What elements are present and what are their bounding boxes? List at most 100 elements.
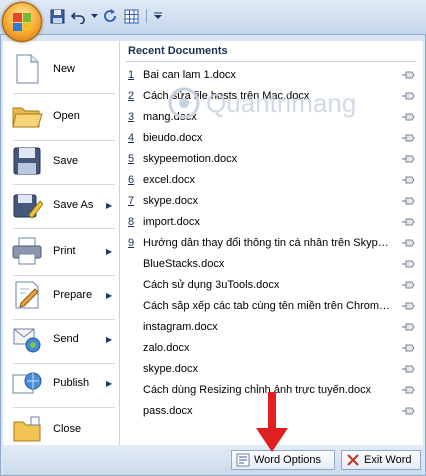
- table-icon[interactable]: [122, 7, 140, 25]
- pin-icon[interactable]: [401, 279, 415, 291]
- undo-dropdown-icon[interactable]: [90, 7, 98, 25]
- pin-icon[interactable]: [401, 384, 415, 396]
- recent-document-number: 1: [128, 69, 135, 81]
- recent-document-item[interactable]: 7 skype.docx: [120, 191, 423, 212]
- recent-document-item[interactable]: Cách dùng Resizing chỉnh ảnh trực tuyến.…: [120, 380, 423, 401]
- menu-item-publish-label: Publish: [53, 377, 90, 389]
- recent-document-number: 9: [128, 237, 135, 249]
- recent-document-item[interactable]: BlueStacks.docx: [120, 254, 423, 275]
- prepare-pencil-icon: [15, 281, 39, 309]
- menu-item-save-as[interactable]: Save As ▶: [3, 183, 119, 227]
- pin-icon[interactable]: [401, 90, 415, 102]
- recent-document-item[interactable]: 1 Bai can lam 1.docx: [120, 65, 423, 86]
- recent-document-name: skype.docx: [143, 363, 199, 375]
- recent-document-item[interactable]: 9 Hướng dẫn thay đổi thông tin cá nhân tr…: [120, 233, 423, 254]
- recent-document-name: Cách sắp xếp các tab cùng tên miền trên …: [143, 300, 391, 312]
- office-button[interactable]: [2, 2, 42, 42]
- recent-document-number: 3: [128, 111, 135, 123]
- close-folder-icon: [13, 416, 41, 442]
- menu-footer: Word Options Exit Word: [3, 445, 423, 475]
- office-menu-commands: New Open Save Save As ▶ Print ▶ Prepare …: [3, 41, 120, 445]
- pin-icon[interactable]: [401, 174, 415, 186]
- pin-icon[interactable]: [401, 195, 415, 207]
- menu-item-send[interactable]: Send ▶: [3, 317, 119, 361]
- pin-icon[interactable]: [401, 258, 415, 270]
- pin-icon[interactable]: [401, 216, 415, 228]
- menu-item-print[interactable]: Print ▶: [3, 229, 119, 273]
- recent-document-number: 8: [128, 216, 135, 228]
- send-mail-icon: [13, 328, 41, 353]
- recent-documents-divider: [126, 61, 416, 62]
- recent-document-number: 2: [128, 90, 135, 102]
- pin-icon[interactable]: [401, 363, 415, 375]
- recent-document-item[interactable]: instagram.docx: [120, 317, 423, 338]
- recent-document-item[interactable]: 5 skypeemotion.docx: [120, 149, 423, 170]
- office-logo-icon: [13, 13, 31, 31]
- submenu-arrow-icon: ▶: [106, 290, 113, 300]
- recent-document-item[interactable]: zalo.docx: [120, 338, 423, 359]
- printer-icon: [12, 237, 42, 265]
- recent-document-number: 5: [128, 153, 135, 165]
- repeat-icon[interactable]: [101, 7, 119, 25]
- quick-access-toolbar: [48, 6, 163, 26]
- menu-item-send-label: Send: [53, 333, 79, 345]
- word-options-button[interactable]: Word Options: [231, 450, 335, 470]
- customize-icon[interactable]: [153, 7, 163, 25]
- menu-item-open[interactable]: Open: [3, 94, 119, 138]
- exit-word-label: Exit Word: [364, 454, 412, 466]
- recent-document-name: BlueStacks.docx: [143, 258, 225, 270]
- menu-item-prepare[interactable]: Prepare ▶: [3, 273, 119, 317]
- recent-documents-title: Recent Documents: [128, 45, 228, 57]
- pin-icon[interactable]: [401, 132, 415, 144]
- menu-item-new[interactable]: New: [3, 47, 119, 91]
- office-menu: New Open Save Save As ▶ Print ▶ Prepare …: [0, 34, 426, 476]
- recent-document-item[interactable]: 3 mang.docx: [120, 107, 423, 128]
- recent-document-name: pass.docx: [143, 405, 193, 417]
- pin-icon[interactable]: [401, 342, 415, 354]
- word-options-label: Word Options: [254, 454, 322, 466]
- menu-item-save[interactable]: Save: [3, 139, 119, 183]
- recent-document-item[interactable]: pass.docx: [120, 401, 423, 422]
- recent-document-name: Cách sửa file hosts trên Mac.docx: [143, 90, 310, 102]
- exit-word-button[interactable]: Exit Word: [341, 450, 421, 470]
- publish-icon: [12, 372, 42, 394]
- recent-document-name: excel.docx: [143, 174, 195, 186]
- submenu-arrow-icon: ▶: [106, 200, 113, 210]
- recent-document-item[interactable]: 6 excel.docx: [120, 170, 423, 191]
- menu-item-save-label: Save: [53, 155, 79, 167]
- pin-icon[interactable]: [401, 405, 415, 417]
- floppy-save-icon[interactable]: [48, 7, 66, 25]
- open-folder-icon: [12, 107, 43, 128]
- recent-document-name: Hướng dẫn thay đổi thông tin cá nhân trê…: [143, 237, 391, 249]
- word-options-icon: [236, 453, 250, 467]
- exit-x-icon: [347, 454, 359, 466]
- pin-icon[interactable]: [401, 69, 415, 81]
- pin-icon[interactable]: [401, 153, 415, 165]
- pin-icon[interactable]: [401, 111, 415, 123]
- recent-document-name: skypeemotion.docx: [143, 153, 238, 165]
- recent-document-item[interactable]: 4 bieudo.docx: [120, 128, 423, 149]
- recent-document-item[interactable]: 8 import.docx: [120, 212, 423, 233]
- new-document-icon: [16, 54, 39, 84]
- recent-document-item[interactable]: Cách sử dụng 3uTools.docx: [120, 275, 423, 296]
- recent-document-item[interactable]: Cách sắp xếp các tab cùng tên miền trên …: [120, 296, 423, 317]
- submenu-arrow-icon: ▶: [106, 246, 113, 256]
- recent-document-name: zalo.docx: [143, 342, 190, 354]
- menu-item-prepare-label: Prepare: [53, 289, 93, 301]
- menu-item-open-label: Open: [53, 110, 80, 122]
- recent-document-item[interactable]: 2 Cách sửa file hosts trên Mac.docx: [120, 86, 423, 107]
- menu-item-publish[interactable]: Publish ▶: [3, 361, 119, 405]
- recent-document-name: mang.docx: [143, 111, 197, 123]
- save-as-icon: [13, 194, 43, 219]
- save-disk-icon: [13, 147, 41, 175]
- recent-document-number: 4: [128, 132, 135, 144]
- menu-item-save-as-label: Save As: [53, 199, 94, 211]
- pin-icon[interactable]: [401, 321, 415, 333]
- menu-item-close-label: Close: [53, 423, 82, 435]
- recent-document-name: skype.docx: [143, 195, 199, 207]
- pin-icon[interactable]: [401, 300, 415, 312]
- undo-icon[interactable]: [69, 7, 87, 25]
- recent-document-item[interactable]: skype.docx: [120, 359, 423, 380]
- recent-document-name: instagram.docx: [143, 321, 218, 333]
- pin-icon[interactable]: [401, 237, 415, 249]
